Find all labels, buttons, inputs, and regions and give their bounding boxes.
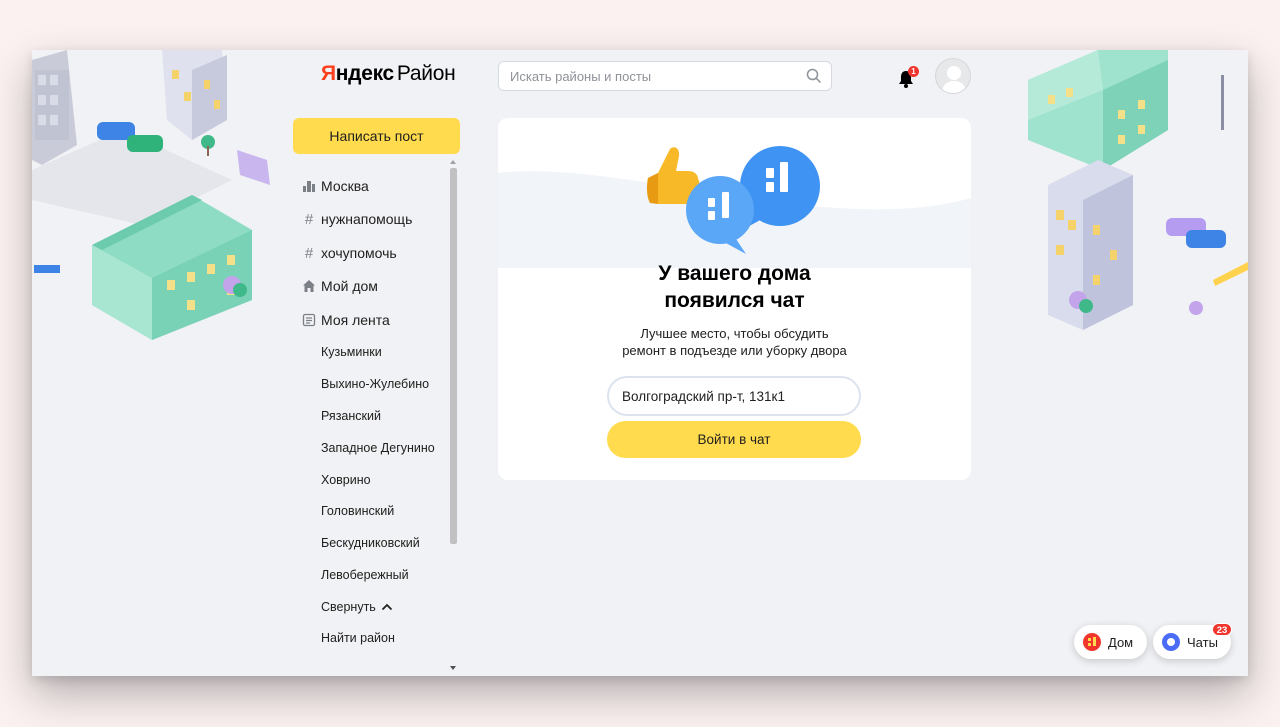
search-icon[interactable] — [806, 68, 822, 84]
chats-pill-label: Чаты — [1187, 634, 1218, 650]
chat-illustration — [498, 146, 971, 268]
sidebar-item-want-help[interactable]: # хочупомочь — [302, 244, 397, 262]
avatar[interactable] — [935, 58, 971, 94]
sidebar-item-label: нужнапомощь — [321, 211, 413, 227]
enter-chat-button[interactable]: Войти в чат — [607, 421, 861, 458]
district-label: Рязанский — [321, 409, 381, 423]
district-item[interactable]: Кузьминки — [321, 345, 382, 359]
district-label: Бескудниковский — [321, 536, 420, 550]
notification-badge: 1 — [908, 66, 919, 77]
yandex-rayon-logo[interactable]: Яндекс Район — [321, 62, 456, 86]
sidebar-item-need-help[interactable]: # нужнапомощь — [302, 210, 413, 228]
feed-icon — [302, 313, 316, 327]
scroll-down-arrow-icon[interactable] — [447, 664, 459, 672]
card-description-line: Лучшее место, чтобы обсудить — [640, 326, 829, 341]
sidebar-item-label: Моя лента — [321, 312, 390, 328]
address-input[interactable] — [607, 376, 861, 416]
sidebar-item-label: Москва — [321, 178, 369, 194]
user-placeholder-icon — [941, 66, 967, 93]
logo-yandex-text: ндекс — [335, 62, 394, 85]
city-illustration-left — [32, 50, 297, 350]
district-label: Головинский — [321, 504, 395, 518]
find-district-link[interactable]: Найти район — [321, 631, 395, 645]
home-pill-button[interactable]: Дом — [1074, 625, 1147, 659]
search-input[interactable] — [499, 62, 789, 90]
chats-count-badge: 23 — [1212, 623, 1232, 636]
district-label: Западное Дегунино — [321, 441, 435, 455]
scrollbar-thumb[interactable] — [450, 168, 457, 544]
district-item[interactable]: Левобережный — [321, 568, 409, 582]
card-title: У вашего дома появился чат — [498, 260, 971, 314]
search-box — [498, 61, 832, 91]
district-label: Ховрино — [321, 473, 371, 487]
card-title-line: появился чат — [664, 289, 805, 312]
card-description-line: ремонт в подъезде или уборку двора — [622, 343, 847, 358]
home-icon — [302, 279, 316, 293]
district-item[interactable]: Выхино-Жулебино — [321, 377, 429, 391]
sidebar-item-label: Мой дом — [321, 278, 378, 294]
collapse-label: Свернуть — [321, 600, 376, 614]
district-item[interactable]: Рязанский — [321, 409, 381, 423]
district-label: Выхино-Жулебино — [321, 377, 430, 391]
find-district-label: Найти район — [321, 631, 395, 645]
city-icon — [302, 179, 316, 193]
district-item[interactable]: Западное Дегунино — [321, 441, 435, 455]
hashtag-icon: # — [304, 210, 314, 228]
chats-icon — [1162, 633, 1180, 651]
district-label: Кузьминки — [321, 345, 382, 359]
logo-letter: Я — [321, 62, 336, 85]
sidebar-item-moscow[interactable]: Москва — [302, 178, 369, 194]
card-description: Лучшее место, чтобы обсудить ремонт в по… — [498, 325, 971, 359]
sidebar-item-my-home[interactable]: Мой дом — [302, 278, 378, 294]
home-chat-icon — [1083, 633, 1101, 651]
district-label: Левобережный — [321, 568, 409, 582]
district-item[interactable]: Ховрино — [321, 473, 371, 487]
sidebar-item-label: хочупомочь — [321, 245, 397, 261]
district-item[interactable]: Головинский — [321, 504, 394, 518]
logo-product-text: Район — [396, 62, 456, 85]
write-post-button[interactable]: Написать пост — [293, 118, 460, 154]
app-window: ЯндексРайон 1 Написать пост Москва # нуж… — [32, 50, 1248, 676]
home-pill-label: Дом — [1108, 634, 1134, 650]
scroll-up-arrow-icon[interactable] — [447, 158, 459, 166]
sidebar-item-my-feed[interactable]: Моя лента — [302, 312, 390, 328]
sidebar-scrollbar[interactable] — [447, 158, 459, 672]
district-item[interactable]: Бескудниковский — [321, 536, 420, 550]
hashtag-icon: # — [304, 244, 314, 262]
collapse-button[interactable]: Свернуть — [321, 600, 393, 614]
city-illustration-right — [1018, 50, 1248, 350]
card-title-line: У вашего дома — [658, 262, 811, 285]
home-chat-card: У вашего дома появился чат Лучшее место,… — [498, 118, 971, 480]
chevron-up-icon — [381, 603, 392, 611]
